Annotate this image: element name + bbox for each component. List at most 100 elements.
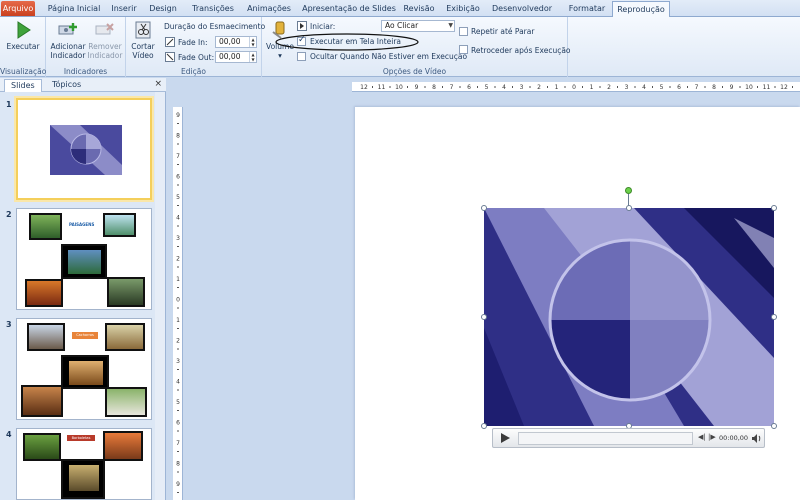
play-button[interactable]: Executar [4, 20, 42, 51]
ruler-tick-mark [177, 184, 179, 186]
slide-thumbnail-3[interactable]: Cachorros [16, 318, 152, 420]
tab-apresentacao[interactable]: Apresentação de Slides [302, 1, 396, 17]
tab-design[interactable]: Design [147, 1, 179, 17]
play-label: Executar [6, 42, 40, 51]
slide-number-3: 3 [6, 320, 12, 329]
trim-video-label-2: Vídeo [132, 51, 154, 60]
vertical-ruler-ticks: 9 8 7 6 5 4 3 2 1 0 1 2 3 4 5 6 7 8 9 [176, 112, 180, 493]
rewind-checkbox[interactable] [459, 45, 468, 54]
fade-in-input[interactable]: 00,00 ▲ ▼ [215, 36, 257, 48]
tab-arquivo[interactable]: Arquivo [1, 1, 35, 16]
tab-inserir[interactable]: Inserir [108, 1, 140, 17]
woods-photo [107, 277, 145, 307]
tab-pagina-inicial[interactable]: Página Inicial [44, 1, 104, 17]
fade-in-spin-arrows[interactable]: ▲ ▼ [249, 37, 256, 47]
resize-handle-bottom-left[interactable] [481, 423, 487, 429]
ruler-tick-label: 9 [730, 84, 734, 91]
ruler-tick-label: 9 [176, 481, 180, 488]
ruler-tick-mark [669, 86, 671, 88]
tab-exibicao[interactable]: Exibição [445, 1, 481, 17]
ruler-tick-mark [177, 225, 179, 227]
puppies-photo-2 [105, 323, 145, 351]
ruler-tick-mark [177, 328, 179, 329]
step-forward-icon[interactable]: |▶ [708, 433, 716, 441]
close-icon[interactable]: × [154, 79, 162, 89]
butterfly-photo-center [61, 459, 105, 499]
ruler-tick-label: 12 [780, 84, 788, 91]
resize-handle-top-right[interactable] [771, 205, 777, 211]
tab-desenvolvedor[interactable]: Desenvolvedor [490, 1, 554, 17]
resize-handle-bottom-right[interactable] [771, 423, 777, 429]
resize-handle-left[interactable] [481, 314, 487, 320]
ruler-tick-label: 3 [520, 84, 524, 91]
slide-thumbnail-2[interactable]: PAISAGENS [16, 208, 152, 310]
ruler-tick-mark [599, 86, 601, 88]
ruler-tick-label: 4 [502, 84, 506, 91]
ruler-tick-label: 12 [360, 84, 368, 91]
fade-out-value: 00,00 [219, 52, 241, 61]
ruler-tick-label: 9 [176, 112, 180, 119]
play-icon[interactable] [501, 433, 510, 443]
ruler-tick-mark [372, 86, 373, 88]
start-label: Iniciar: [310, 22, 336, 31]
start-icon [297, 21, 307, 31]
tab-revisao[interactable]: Revisão [402, 1, 436, 17]
tab-slides[interactable]: Slides [4, 79, 42, 92]
resize-handle-top[interactable] [626, 205, 632, 211]
ruler-tick-label: 5 [660, 84, 664, 91]
resize-handle-top-left[interactable] [481, 205, 487, 211]
fade-out-input[interactable]: 00,00 ▲ ▼ [215, 51, 257, 63]
ruler-tick-label: 3 [625, 84, 629, 91]
group-indicadores: Adicionar Indicador Remover Indicador In… [46, 17, 126, 77]
playback-time: 00:00,00 [719, 434, 749, 442]
rotation-handle[interactable] [625, 187, 632, 194]
ruler-tick-mark [529, 86, 531, 88]
group-label-edicao: Edição [181, 67, 206, 76]
pane-scrollbar[interactable] [155, 92, 165, 500]
group-label-opcoes-video: Opções de Vídeo [382, 67, 447, 76]
slide-thumbnail-4[interactable]: Borboletas [16, 428, 152, 500]
trim-video-button[interactable]: Cortar Vídeo [128, 20, 158, 60]
ruler-tick-mark [177, 307, 179, 309]
play-icon [17, 21, 31, 39]
puppies-photo-1 [27, 323, 65, 351]
ruler-tick-label: 1 [176, 276, 180, 283]
tab-formatar[interactable]: Formatar [566, 1, 608, 17]
start-select-value: Ao Clicar [385, 21, 419, 30]
slide-4-caption: Borboletas [67, 435, 95, 441]
ruler-tick-label: 6 [176, 420, 180, 427]
add-bookmark-button[interactable]: Adicionar Indicador [49, 20, 87, 60]
ruler-tick-mark [177, 205, 179, 206]
tab-topicos[interactable]: Tópicos [46, 79, 87, 92]
resize-handle-right[interactable] [771, 314, 777, 320]
ruler-tick-mark [177, 123, 179, 124]
seek-track[interactable] [518, 432, 693, 445]
ruler-tick-mark [687, 86, 688, 88]
volume-icon[interactable] [751, 433, 762, 444]
video-object[interactable] [484, 208, 774, 426]
slide-number-4: 4 [6, 430, 12, 439]
slide-number-2: 2 [6, 210, 12, 219]
group-visualizacao: Executar Visualização [0, 17, 46, 77]
lake-photo [103, 213, 136, 237]
slide-3-caption: Cachorros [72, 332, 98, 339]
butterfly-photo-1 [23, 433, 61, 461]
ruler-tick-label: 2 [176, 256, 180, 263]
group-edicao: Cortar Vídeo Duração do Esmaecimento Fad… [126, 17, 265, 77]
remove-bookmark-button[interactable]: Remover Indicador [86, 20, 124, 60]
tab-reproducao[interactable]: Reprodução [612, 1, 670, 18]
ruler-tick-mark [177, 492, 179, 493]
tab-transicoes[interactable]: Transições [190, 1, 236, 17]
loop-checkbox[interactable] [459, 27, 468, 36]
slide-thumbnail-1[interactable] [16, 98, 152, 200]
ruler-tick-mark [757, 86, 758, 88]
ruler-tick-mark [704, 86, 706, 88]
fade-out-spin-arrows[interactable]: ▲ ▼ [249, 52, 256, 62]
tab-animacoes[interactable]: Animações [244, 1, 294, 17]
hide-when-not-playing-checkbox[interactable] [297, 52, 306, 61]
vertical-ruler: 9 8 7 6 5 4 3 2 1 0 1 2 3 4 5 6 7 8 9 [173, 107, 183, 500]
add-bookmark-label-1: Adicionar [50, 42, 86, 51]
remove-bookmark-icon [95, 23, 114, 35]
ruler-tick-label: 1 [590, 84, 594, 91]
step-back-icon[interactable]: ◀| [698, 433, 706, 441]
